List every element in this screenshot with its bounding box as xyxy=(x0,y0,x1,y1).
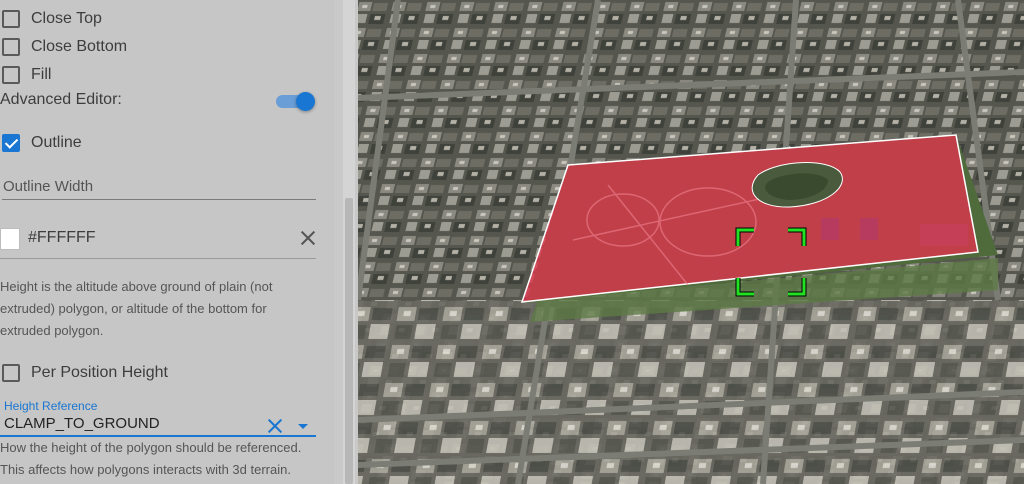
height-reference-select[interactable]: CLAMP_TO_GROUND xyxy=(4,415,160,432)
outline-checkbox[interactable] xyxy=(2,134,20,152)
per-position-height-checkbox[interactable] xyxy=(2,364,20,382)
fill-label: Fill xyxy=(31,66,52,83)
panel-gutter xyxy=(334,0,343,484)
park-structure xyxy=(920,224,968,246)
advanced-editor-label: Advanced Editor: xyxy=(0,91,122,108)
map-view[interactable] xyxy=(358,0,1024,484)
per-position-height-label: Per Position Height xyxy=(31,364,168,381)
toggle-knob xyxy=(296,92,315,111)
close-bottom-checkbox[interactable] xyxy=(2,38,20,56)
fill-option[interactable]: Fill xyxy=(0,66,51,84)
close-top-checkbox[interactable] xyxy=(2,10,20,28)
outline-option[interactable]: Outline xyxy=(0,134,82,152)
height-reference-clear-icon[interactable] xyxy=(266,417,284,435)
clear-color-icon[interactable] xyxy=(298,228,318,248)
chevron-down-icon[interactable] xyxy=(298,424,308,429)
advanced-editor-row: Advanced Editor: xyxy=(0,91,122,109)
outline-label: Outline xyxy=(31,134,82,151)
outline-color-value[interactable]: #FFFFFF xyxy=(28,229,96,247)
city-blocks-near xyxy=(358,300,1024,484)
fill-checkbox[interactable] xyxy=(2,66,20,84)
map-canvas[interactable] xyxy=(358,0,1024,484)
park-structure xyxy=(860,218,878,240)
outline-color-underline xyxy=(0,258,316,259)
close-bottom-label: Close Bottom xyxy=(31,38,128,55)
outline-width-placeholder: Outline Width xyxy=(3,178,94,195)
outline-width-underline xyxy=(2,199,316,200)
settings-panel: Close Top Close Bottom Fill Advanced Edi… xyxy=(0,0,334,484)
height-reference-help: How the height of the polygon should be … xyxy=(0,440,302,477)
panel-scrollbar[interactable] xyxy=(343,0,355,484)
height-help-text: Height is the altitude above ground of p… xyxy=(0,279,273,338)
height-reference-label: Height Reference xyxy=(4,399,98,413)
scrollbar-thumb[interactable] xyxy=(345,198,353,484)
outline-color-swatch[interactable] xyxy=(0,228,20,250)
close-top-label: Close Top xyxy=(31,10,102,27)
close-bottom-option[interactable]: Close Bottom xyxy=(0,38,127,56)
per-position-height-option[interactable]: Per Position Height xyxy=(0,364,168,382)
close-top-option[interactable]: Close Top xyxy=(0,10,102,28)
advanced-editor-toggle[interactable] xyxy=(276,92,315,111)
outline-width-field[interactable]: Outline Width xyxy=(3,178,93,195)
park-structure xyxy=(821,218,839,240)
